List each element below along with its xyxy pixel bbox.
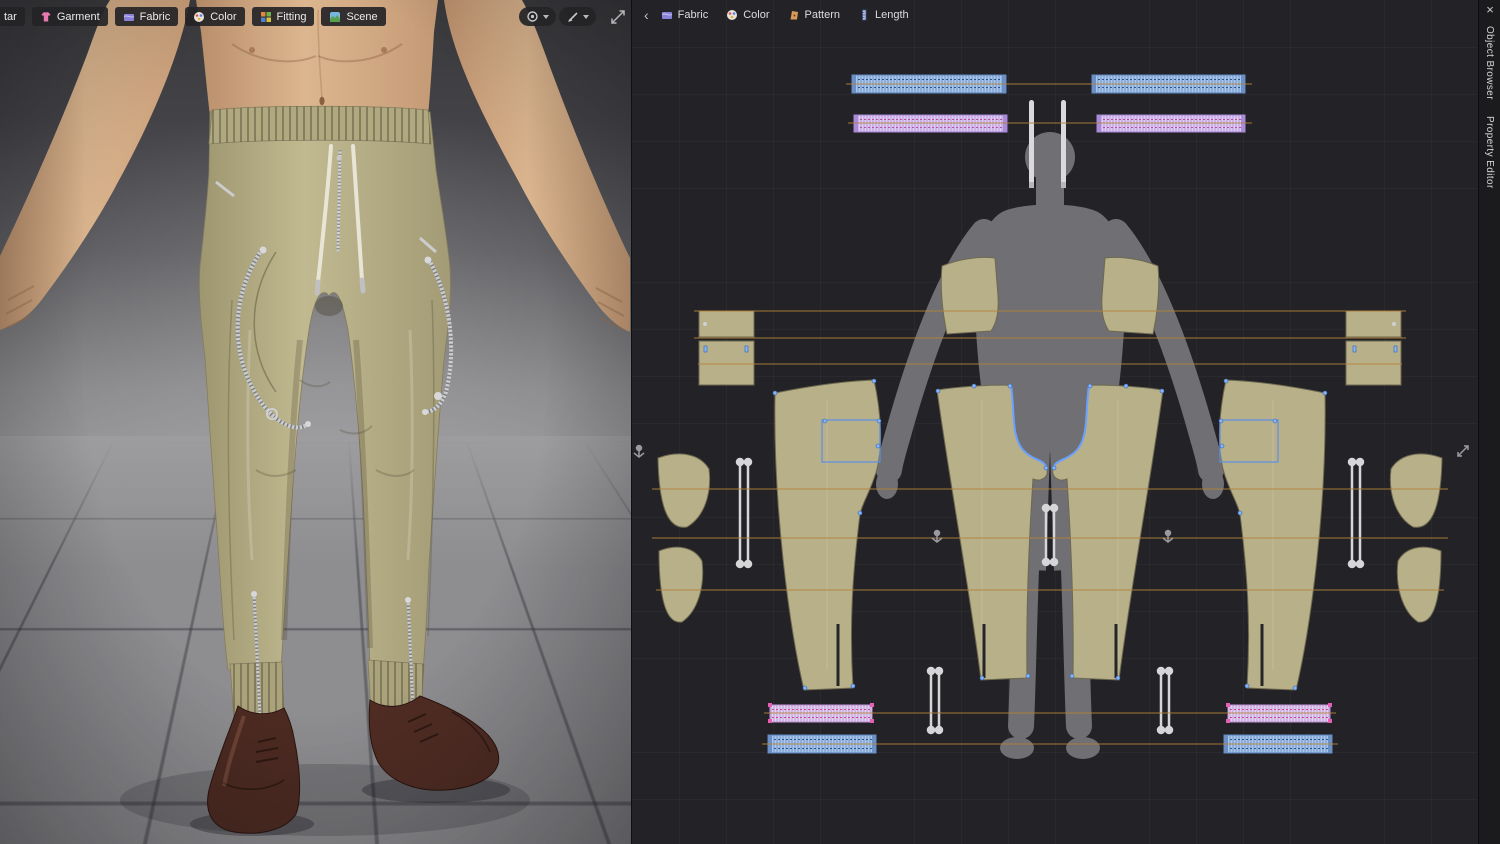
scene-button-label: Scene (346, 10, 378, 23)
expand-viewport-icon[interactable] (610, 9, 626, 30)
avatar-button[interactable]: tar (0, 7, 25, 26)
pattern-piece-side-lower-left[interactable] (658, 546, 704, 623)
pattern-color-button[interactable]: Color (726, 9, 770, 21)
fitting-button-label: Fitting (276, 10, 307, 23)
garment-button-label: Garment (56, 10, 100, 23)
garment-toolbar: tar Garment Fabric Color Fitting Scene (0, 7, 386, 26)
pattern-piece-side-upper-left[interactable] (657, 453, 711, 528)
pattern-editor[interactable]: ‹ Fabric Color Pattern Length (631, 0, 1478, 844)
pen-stroke-icon (568, 12, 578, 22)
material-sphere-icon (527, 11, 538, 22)
pattern-toolbar: ‹ Fabric Color Pattern Length (644, 8, 909, 22)
pattern-piece-side-lower-right[interactable] (1396, 546, 1442, 623)
fitting-icon (260, 11, 272, 23)
pattern-fabric-label: Fabric (677, 9, 709, 21)
cuff-strips[interactable] (767, 703, 1333, 754)
3d-viewport[interactable]: tar Garment Fabric Color Fitting Scene (0, 0, 631, 844)
tab-property-editor[interactable]: Property Editor (1484, 116, 1495, 189)
pattern-pattern-label: Pattern (804, 9, 840, 21)
pattern-color-label: Color (743, 9, 770, 21)
pattern-piece-icon (788, 9, 800, 21)
color-palette-icon (726, 9, 738, 21)
avatar-pants[interactable] (198, 105, 454, 722)
fabric-icon (123, 11, 135, 23)
scene-button[interactable]: Scene (321, 7, 386, 26)
pattern-pattern-button[interactable]: Pattern (788, 9, 840, 21)
color-button[interactable]: Color (185, 7, 245, 26)
close-icon[interactable]: × (1479, 2, 1500, 17)
color-button-label: Color (210, 10, 237, 23)
pattern-length-button[interactable]: Length (858, 9, 909, 21)
pattern-length-label: Length (875, 9, 909, 21)
back-chevron-icon[interactable]: ‹ (644, 8, 649, 22)
fabric-button-label: Fabric (139, 10, 171, 23)
ruler-icon (858, 9, 870, 21)
avatar-button-label: tar (4, 10, 17, 23)
fabric-button[interactable]: Fabric (114, 7, 179, 26)
pattern-piece-yoke-right[interactable] (1101, 256, 1160, 335)
chevron-down-icon (543, 14, 549, 19)
pattern-piece-yoke-left[interactable] (940, 256, 999, 335)
scene-icon (329, 11, 341, 23)
pattern-piece-pocket-flap-left[interactable] (698, 310, 755, 338)
garment-button[interactable]: Garment (31, 7, 108, 26)
avatar-3d[interactable] (0, 0, 631, 844)
fitting-button[interactable]: Fitting (251, 7, 315, 26)
stroke-tool-dropdown[interactable] (559, 7, 596, 26)
app-window: tar Garment Fabric Color Fitting Scene ‹… (0, 0, 1500, 844)
chevron-down-icon (583, 14, 589, 19)
garment-icon (40, 11, 52, 23)
right-rail: × Object Browser Property Editor (1478, 0, 1500, 844)
color-palette-icon (193, 11, 205, 23)
tab-object-browser[interactable]: Object Browser (1484, 26, 1495, 100)
pattern-piece-side-upper-right[interactable] (1389, 453, 1443, 528)
fabric-icon (661, 9, 673, 21)
body-silhouette (876, 132, 1224, 759)
viewport-controls (519, 7, 596, 26)
pattern-fabric-button[interactable]: Fabric (661, 9, 709, 21)
render-mode-dropdown[interactable] (519, 7, 556, 26)
